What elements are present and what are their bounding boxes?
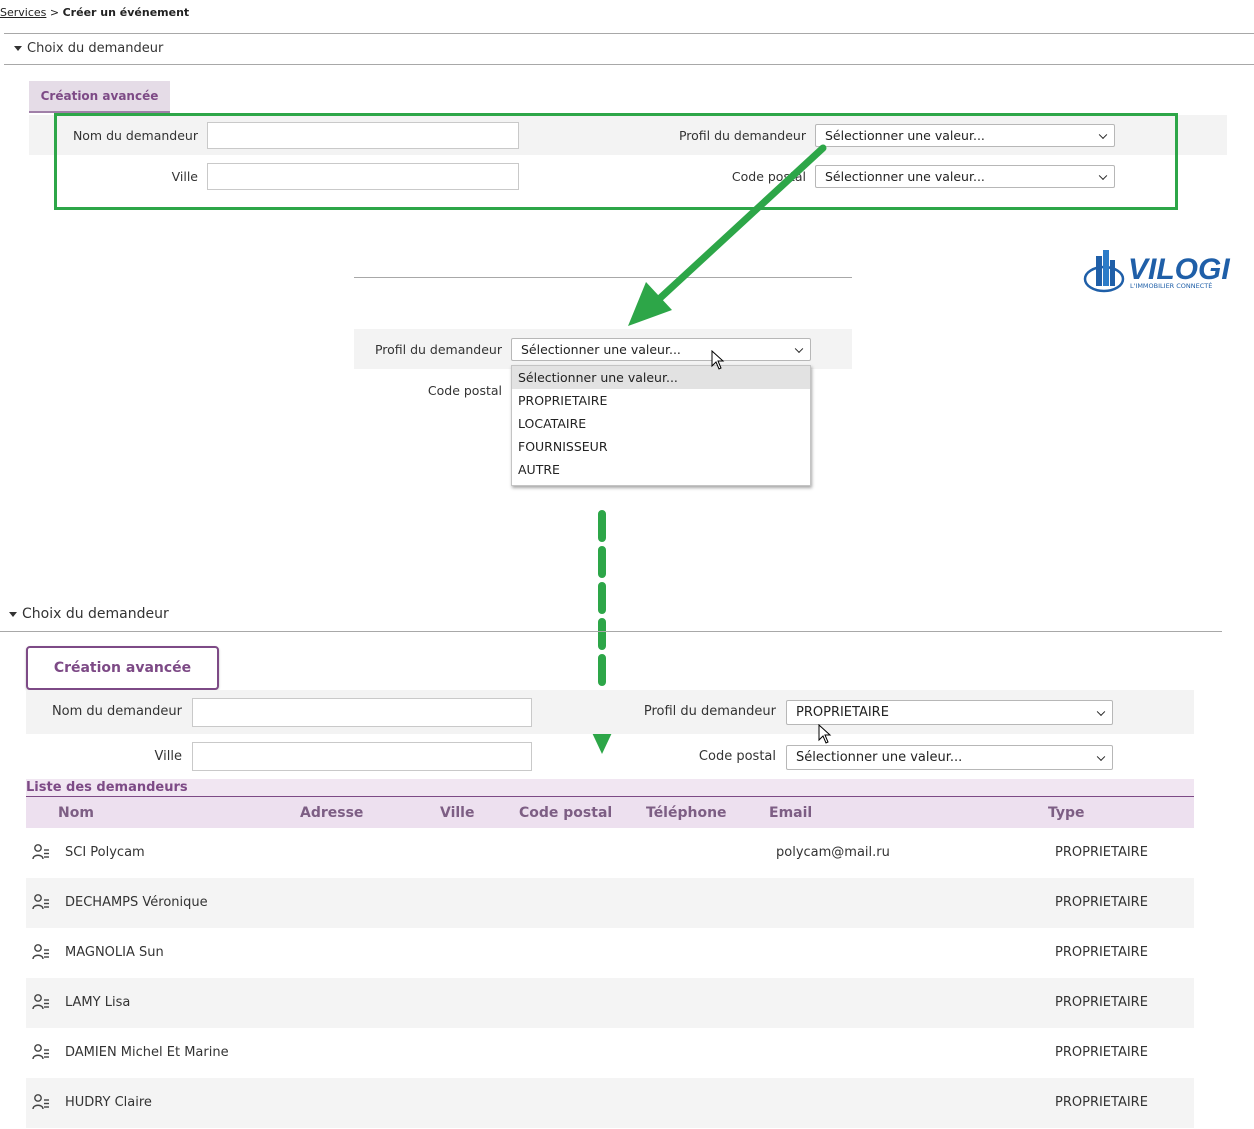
user-list-icon xyxy=(32,1044,49,1060)
code-postal-select-value: Sélectionner une valeur... xyxy=(796,750,963,765)
triangle-down-icon xyxy=(9,611,17,617)
breadcrumb-link-services[interactable]: Services xyxy=(0,6,46,19)
profil-select-value: Sélectionner une valeur... xyxy=(521,342,681,357)
profil-select[interactable]: PROPRIETAIRE xyxy=(786,700,1113,725)
chevron-down-icon xyxy=(1096,752,1106,761)
section-title: Choix du demandeur xyxy=(22,606,169,622)
list-title: Liste des demandeurs xyxy=(26,779,1194,797)
code-postal-label: Code postal xyxy=(427,383,502,398)
cell-nom: HUDRY Claire xyxy=(65,1095,152,1110)
user-list-icon xyxy=(32,894,49,910)
divider xyxy=(4,33,1254,34)
table-row[interactable]: LAMY Lisa PROPRIETAIRE xyxy=(26,978,1194,1028)
cell-nom: LAMY Lisa xyxy=(65,995,131,1010)
cell-type: PROPRIETAIRE xyxy=(1055,1045,1148,1060)
column-header-ville[interactable]: Ville xyxy=(440,805,474,821)
cell-type: PROPRIETAIRE xyxy=(1055,1095,1148,1110)
breadcrumb-separator: > xyxy=(49,6,60,19)
section-toggle[interactable]: Choix du demandeur xyxy=(14,41,163,56)
divider xyxy=(4,64,1254,65)
tab-creation-avancee[interactable]: Création avancée xyxy=(26,646,219,690)
dropdown-option[interactable]: PROPRIETAIRE xyxy=(512,389,810,412)
profil-select-value: PROPRIETAIRE xyxy=(796,705,889,720)
table-row[interactable]: SCI Polycam polycam@mail.ru PROPRIETAIRE xyxy=(26,828,1194,878)
triangle-down-icon xyxy=(14,46,22,51)
code-postal-select[interactable]: Sélectionner une valeur... xyxy=(786,745,1113,770)
user-list-icon xyxy=(32,1094,49,1110)
column-header-email[interactable]: Email xyxy=(769,805,812,821)
chevron-down-icon xyxy=(794,344,804,353)
nom-input[interactable] xyxy=(192,698,532,727)
dropdown-option[interactable]: AUTRE xyxy=(512,458,810,481)
cell-email: polycam@mail.ru xyxy=(776,845,890,860)
user-list-icon xyxy=(32,944,49,960)
table-row[interactable]: HUDRY Claire PROPRIETAIRE xyxy=(26,1078,1194,1128)
dropdown-option[interactable]: FOURNISSEUR xyxy=(512,435,810,458)
profil-label: Profil du demandeur xyxy=(374,342,502,357)
cell-nom: DAMIEN Michel Et Marine xyxy=(65,1045,229,1060)
cell-type: PROPRIETAIRE xyxy=(1055,945,1148,960)
tab-creation-avancee[interactable]: Création avancée xyxy=(29,81,170,113)
code-postal-label: Code postal xyxy=(698,749,776,764)
user-list-icon xyxy=(32,844,49,860)
dropdown-option[interactable]: LOCATAIRE xyxy=(512,412,810,435)
logo-tagline: L'IMMOBILIER CONNECTÉ xyxy=(1130,281,1212,290)
cursor-icon xyxy=(711,350,725,370)
vilogi-logo-graphic: VILOGI L'IMMOBILIER CONNECTÉ xyxy=(1083,250,1230,293)
cursor-icon xyxy=(818,724,832,744)
column-header-nom[interactable]: Nom xyxy=(58,805,94,821)
ville-label: Ville xyxy=(154,749,182,764)
table-row[interactable]: DECHAMPS Véronique PROPRIETAIRE xyxy=(26,878,1194,928)
cell-type: PROPRIETAIRE xyxy=(1055,845,1148,860)
profil-label: Profil du demandeur xyxy=(643,704,776,719)
highlight-box xyxy=(54,113,1178,210)
cell-nom: MAGNOLIA Sun xyxy=(65,945,164,960)
section-title: Choix du demandeur xyxy=(27,41,164,56)
table-header: Nom Adresse Ville Code postal Téléphone … xyxy=(26,797,1194,828)
column-header-adresse[interactable]: Adresse xyxy=(300,805,363,821)
cell-type: PROPRIETAIRE xyxy=(1055,895,1148,910)
green-arrow-icon xyxy=(628,144,827,326)
vilogi-logo: VILOGI L'IMMOBILIER CONNECTÉ xyxy=(1082,246,1242,296)
breadcrumb-current: Créer un événement xyxy=(62,6,190,19)
breadcrumb: Services > Créer un événement xyxy=(0,6,189,19)
table-row[interactable]: MAGNOLIA Sun PROPRIETAIRE xyxy=(26,928,1194,978)
user-list-icon xyxy=(32,994,49,1010)
cell-nom: SCI Polycam xyxy=(65,845,145,860)
table-row[interactable]: DAMIEN Michel Et Marine PROPRIETAIRE xyxy=(26,1028,1194,1078)
section-toggle[interactable]: Choix du demandeur xyxy=(9,606,169,622)
column-header-telephone[interactable]: Téléphone xyxy=(646,805,727,821)
column-header-type[interactable]: Type xyxy=(1048,805,1085,821)
profil-select-open[interactable]: Sélectionner une valeur... xyxy=(511,338,811,361)
cell-type: PROPRIETAIRE xyxy=(1055,995,1148,1010)
chevron-down-icon xyxy=(1096,707,1106,716)
profil-dropdown-list: Sélectionner une valeur... PROPRIETAIRE … xyxy=(511,365,811,486)
column-header-code-postal[interactable]: Code postal xyxy=(519,805,612,821)
divider xyxy=(0,631,1222,632)
nom-label: Nom du demandeur xyxy=(51,704,182,719)
ville-input[interactable] xyxy=(192,742,532,771)
cell-nom: DECHAMPS Véronique xyxy=(65,895,208,910)
dropdown-option[interactable]: Sélectionner une valeur... xyxy=(512,366,810,389)
